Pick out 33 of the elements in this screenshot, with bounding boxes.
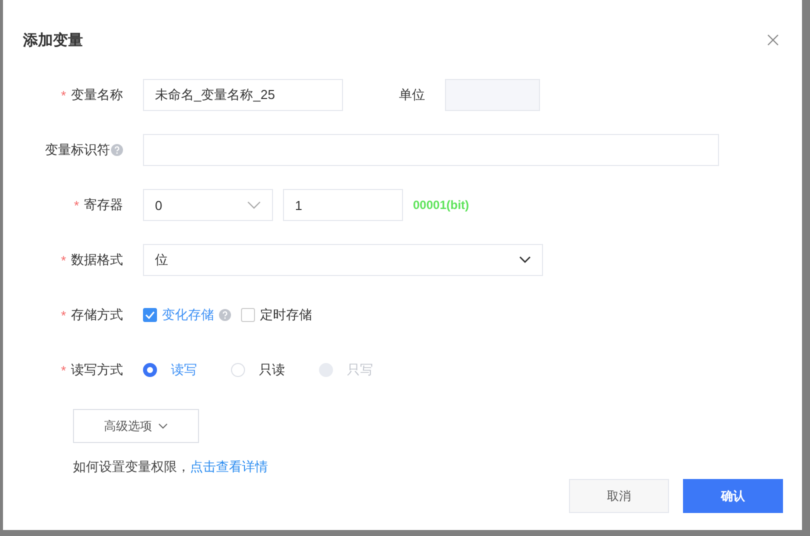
field-label: 存储方式 (71, 306, 123, 324)
format-select[interactable]: 位 (143, 244, 543, 276)
advanced-options-button[interactable]: 高级选项 (73, 409, 199, 443)
checkbox[interactable] (143, 308, 157, 322)
checkbox[interactable] (241, 308, 255, 322)
field-label: 变量名称 (71, 86, 123, 104)
name-field[interactable]: 未命名_变量名称_25 (143, 79, 343, 111)
chevron-down-icon (519, 256, 531, 264)
register-select[interactable]: 0 (143, 189, 273, 221)
field-label: 变量标识符 (45, 141, 110, 159)
radio-label[interactable]: 只读 (259, 361, 285, 379)
close-icon[interactable] (767, 34, 779, 46)
register-note: 00001(bit) (413, 198, 470, 212)
checkbox-label[interactable]: 定时存储 (260, 306, 312, 324)
unit-field[interactable] (445, 79, 540, 111)
confirm-button[interactable]: 确认 (683, 479, 783, 513)
cancel-button[interactable]: 取消 (569, 479, 669, 513)
field-label: 数据格式 (71, 251, 123, 269)
required-mark: * (60, 252, 66, 268)
required-mark: * (60, 308, 66, 322)
required-mark: * (60, 88, 66, 102)
chevron-down-icon (158, 423, 168, 429)
required-mark: * (60, 362, 66, 378)
required-mark: * (74, 198, 79, 212)
hint-text: 如何设置变量权限， (73, 459, 190, 474)
address-field[interactable]: 1 (283, 189, 403, 221)
chevron-down-icon (247, 201, 261, 209)
field-label: 单位 (399, 86, 425, 104)
radio-button[interactable] (143, 363, 157, 377)
field-label: 读写方式 (71, 361, 123, 379)
identifier-field[interactable] (143, 134, 719, 166)
dialog-title: 添加变量 (23, 30, 83, 50)
field-label: 寄存器 (84, 196, 123, 214)
